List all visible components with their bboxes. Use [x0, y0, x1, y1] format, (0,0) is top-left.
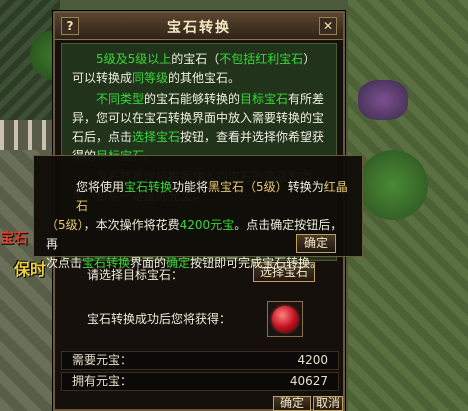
confirm-tooltip: 您将使用宝石转换功能将黑宝石（5级）转换为红晶石 （5级），本次操作将花费420… [33, 155, 363, 270]
text-segment: 不同类型 [96, 92, 145, 106]
result-gem-slot[interactable] [267, 301, 303, 337]
close-button[interactable]: ✕ [319, 17, 337, 35]
text-segment: （5级） [46, 218, 84, 232]
bush-icon [358, 150, 428, 220]
balance-row: 拥有元宝： 40627 [61, 372, 339, 391]
cost-label: 需要元宝： [72, 353, 133, 367]
text-segment: 宝石转换 [82, 256, 131, 270]
balance-value: 40627 [289, 374, 328, 388]
text-segment: 5级及5级以上 [96, 52, 172, 66]
text-segment: 4200元宝 [179, 218, 235, 232]
text-segment: 确定 [166, 256, 191, 270]
text-segment: 的宝石能够转换的 [144, 92, 241, 106]
text-segment: 目标宝石 [240, 92, 289, 106]
text-segment: 次点击 [46, 256, 83, 270]
text-segment: 选择宝石 [132, 130, 181, 144]
result-label: 宝石转换成功后您将获得： [87, 312, 232, 326]
cancel-button[interactable]: 取消 [313, 396, 343, 411]
tooltip-line-3: 次点击宝石转换界面的确定按钮即可完成宝石转换。 [46, 254, 352, 273]
text-segment: 黑宝石（5级） [208, 180, 288, 194]
text-segment: ，本次操作将花费 [83, 218, 180, 232]
red-gem-icon [272, 306, 298, 332]
text-segment: 宝石转换 [124, 180, 173, 194]
npc-name-label: 宝石 [0, 231, 28, 247]
text-segment: 转换为 [287, 180, 324, 194]
tooltip-line-1: 您将使用宝石转换功能将黑宝石（5级）转换为红晶石 [76, 178, 352, 216]
text-segment: 界面的 [130, 256, 167, 270]
text-segment: 按钮即可完成宝石转换。 [190, 256, 323, 270]
info-paragraph-1: 5级及5级以上的宝石（不包括红利宝石）可以转换成同等级的其他宝石。 [72, 50, 326, 88]
balance-label: 拥有元宝： [72, 374, 133, 388]
tooltip-ok-button[interactable]: 确定 [296, 234, 336, 253]
text-segment: 不包括红利宝石 [219, 52, 304, 66]
cost-row: 需要元宝： 4200 [61, 351, 339, 370]
text-segment: 同等级 [132, 71, 169, 85]
text-segment: 的宝石（ [171, 52, 220, 66]
text-segment: 的其他宝石。 [168, 71, 241, 85]
text-segment: 您将使用 [76, 180, 125, 194]
flower-bush-icon [358, 80, 408, 120]
window-title: 宝石转换 [167, 20, 231, 36]
cost-value: 4200 [297, 353, 328, 367]
window-titlebar[interactable]: ? 宝石转换 ✕ [55, 13, 343, 40]
railing [0, 120, 60, 150]
confirm-button[interactable]: 确定 [273, 396, 311, 411]
npc-title-label: 保时 [14, 260, 47, 279]
text-segment: 功能将 [172, 180, 209, 194]
